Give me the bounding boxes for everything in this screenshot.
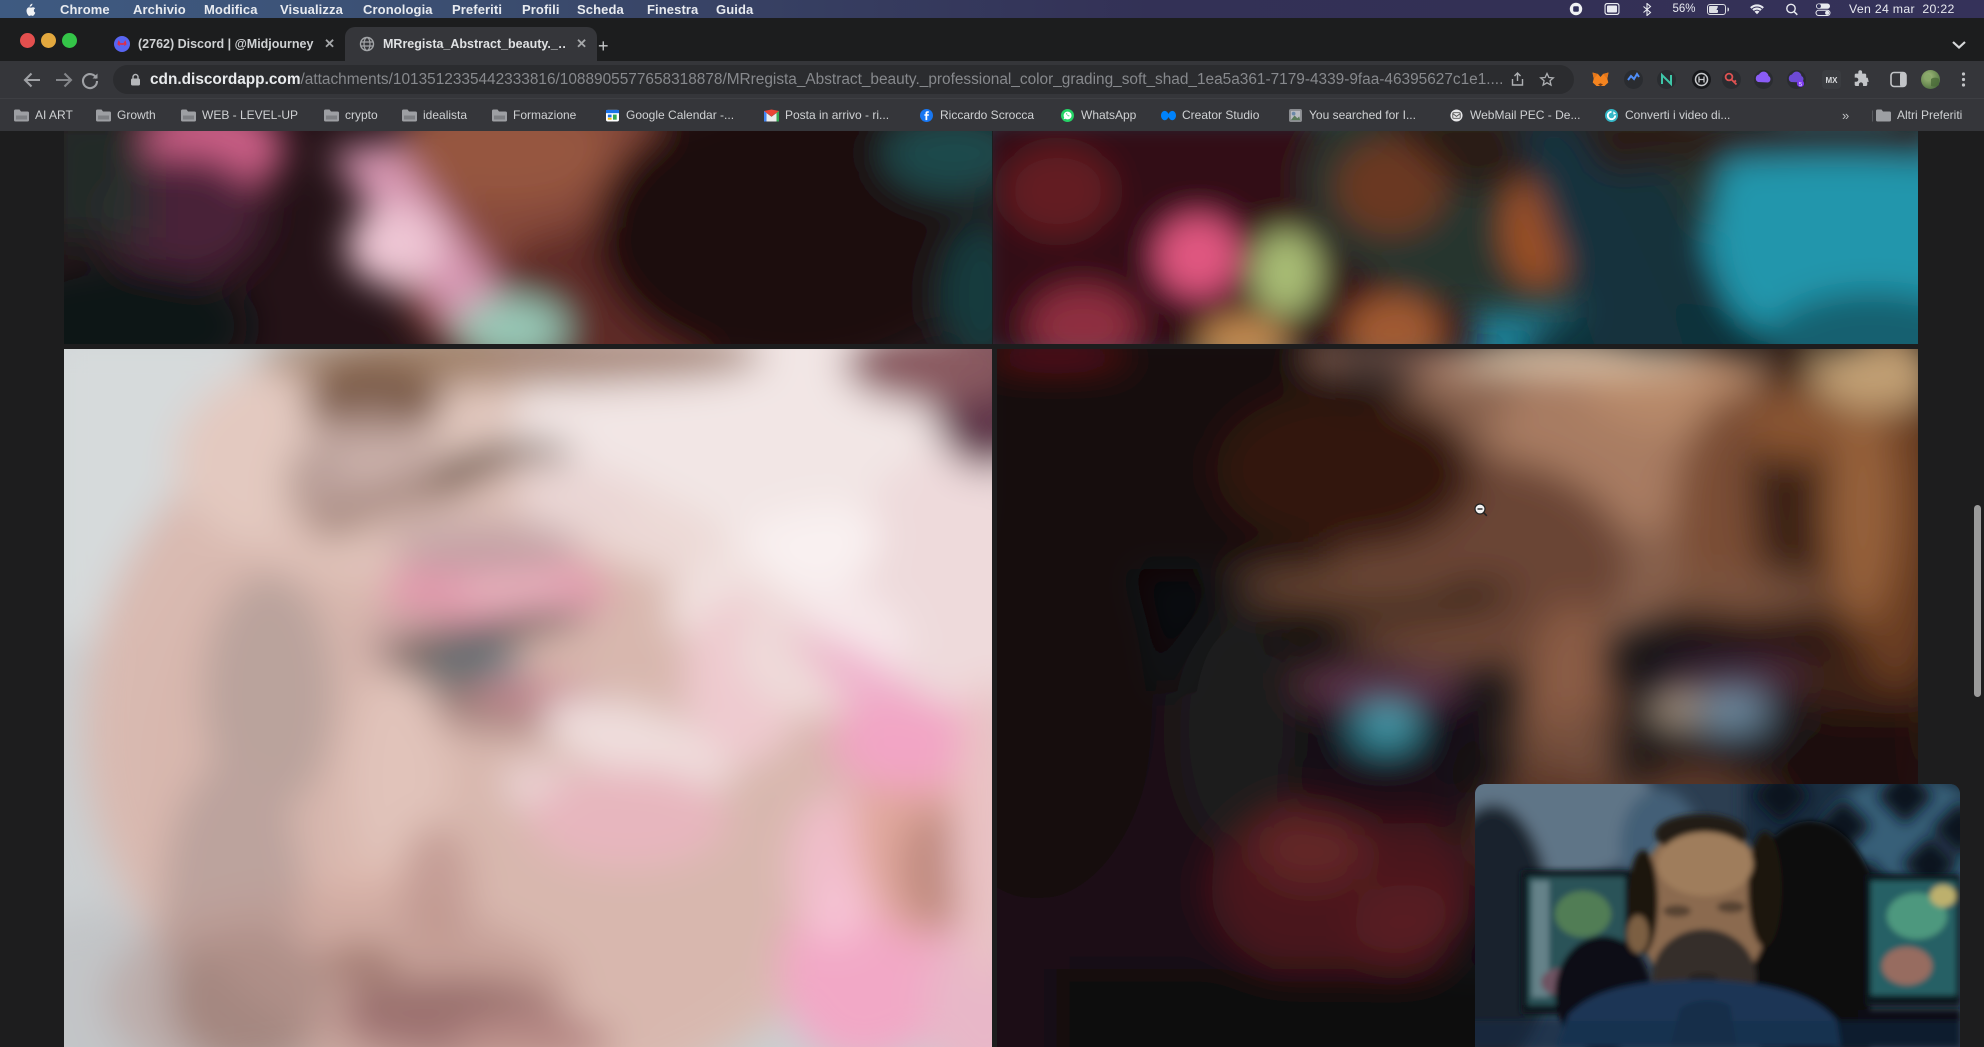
svg-text:MX: MX xyxy=(1826,76,1839,85)
svg-text:5: 5 xyxy=(1799,82,1802,88)
